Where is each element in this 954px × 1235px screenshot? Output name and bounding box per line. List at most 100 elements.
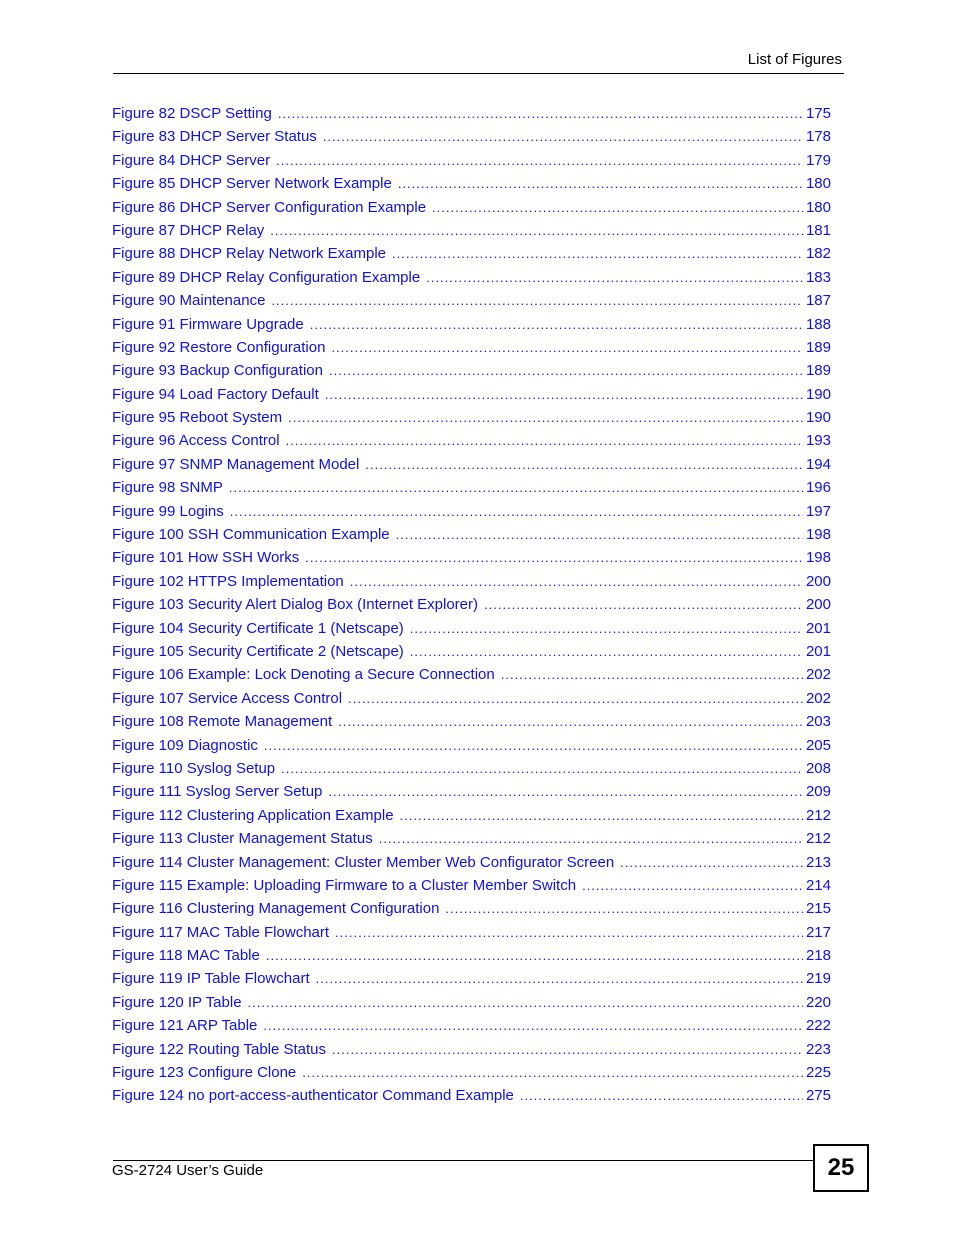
toc-entry[interactable]: Figure 85 DHCP Server Network Example 18… [112, 175, 831, 198]
toc-entry-title[interactable]: Figure 99 Logins [112, 503, 230, 520]
toc-entry-title[interactable]: Figure 107 Service Access Control [112, 690, 348, 707]
toc-entry-page[interactable]: 218 [803, 947, 831, 964]
toc-entry-page[interactable]: 209 [803, 783, 831, 800]
toc-entry-title[interactable]: Figure 119 IP Table Flowchart [112, 970, 316, 987]
toc-entry[interactable]: Figure 107 Service Access Control 202 [112, 690, 831, 713]
toc-entry-page[interactable]: 203 [803, 713, 831, 730]
toc-entry-page[interactable]: 215 [803, 900, 831, 917]
toc-entry-title[interactable]: Figure 109 Diagnostic [112, 737, 264, 754]
toc-entry-page[interactable]: 201 [803, 620, 831, 637]
toc-entry[interactable]: Figure 89 DHCP Relay Configuration Examp… [112, 269, 831, 292]
toc-entry[interactable]: Figure 122 Routing Table Status 223 [112, 1041, 831, 1064]
toc-entry-title[interactable]: Figure 93 Backup Configuration [112, 362, 329, 379]
toc-entry[interactable]: Figure 104 Security Certificate 1 (Netsc… [112, 620, 831, 643]
toc-entry-page[interactable]: 214 [803, 877, 831, 894]
toc-entry[interactable]: Figure 120 IP Table 220 [112, 994, 831, 1017]
toc-entry-title[interactable]: Figure 86 DHCP Server Configuration Exam… [112, 199, 432, 216]
toc-entry-title[interactable]: Figure 105 Security Certificate 2 (Netsc… [112, 643, 410, 660]
toc-entry-page[interactable]: 220 [803, 994, 831, 1011]
toc-entry[interactable]: Figure 92 Restore Configuration 189 [112, 339, 831, 362]
toc-entry[interactable]: Figure 116 Clustering Management Configu… [112, 900, 831, 923]
toc-entry-title[interactable]: Figure 115 Example: Uploading Firmware t… [112, 877, 582, 894]
toc-entry-page[interactable]: 180 [803, 175, 831, 192]
toc-entry[interactable]: Figure 93 Backup Configuration 189 [112, 362, 831, 385]
toc-entry-title[interactable]: Figure 117 MAC Table Flowchart [112, 924, 335, 941]
toc-entry-page[interactable]: 196 [803, 479, 831, 496]
toc-entry[interactable]: Figure 87 DHCP Relay 181 [112, 222, 831, 245]
toc-entry-title[interactable]: Figure 104 Security Certificate 1 (Netsc… [112, 620, 410, 637]
toc-entry-page[interactable]: 189 [803, 339, 831, 356]
toc-entry[interactable]: Figure 91 Firmware Upgrade 188 [112, 316, 831, 339]
toc-entry[interactable]: Figure 99 Logins 197 [112, 503, 831, 526]
toc-entry-page[interactable]: 208 [803, 760, 831, 777]
toc-entry-page[interactable]: 194 [803, 456, 831, 473]
toc-entry-page[interactable]: 213 [803, 854, 831, 871]
toc-entry-title[interactable]: Figure 85 DHCP Server Network Example [112, 175, 398, 192]
toc-entry[interactable]: Figure 98 SNMP 196 [112, 479, 831, 502]
toc-entry-title[interactable]: Figure 122 Routing Table Status [112, 1041, 332, 1058]
toc-entry[interactable]: Figure 115 Example: Uploading Firmware t… [112, 877, 831, 900]
toc-entry-page[interactable]: 225 [803, 1064, 831, 1081]
toc-entry-page[interactable]: 201 [803, 643, 831, 660]
toc-entry[interactable]: Figure 103 Security Alert Dialog Box (In… [112, 596, 831, 619]
toc-entry-page[interactable]: 175 [803, 105, 831, 122]
toc-entry[interactable]: Figure 114 Cluster Management: Cluster M… [112, 854, 831, 877]
toc-entry-page[interactable]: 190 [803, 409, 831, 426]
toc-entry-title[interactable]: Figure 121 ARP Table [112, 1017, 263, 1034]
toc-entry-title[interactable]: Figure 96 Access Control [112, 432, 286, 449]
toc-entry-page[interactable]: 212 [803, 830, 831, 847]
toc-entry-title[interactable]: Figure 97 SNMP Management Model [112, 456, 365, 473]
toc-entry-title[interactable]: Figure 110 Syslog Setup [112, 760, 281, 777]
toc-entry-title[interactable]: Figure 94 Load Factory Default [112, 386, 325, 403]
toc-entry-title[interactable]: Figure 82 DSCP Setting [112, 105, 278, 122]
toc-entry-title[interactable]: Figure 95 Reboot System [112, 409, 288, 426]
toc-entry[interactable]: Figure 102 HTTPS Implementation 200 [112, 573, 831, 596]
toc-entry-page[interactable]: 180 [803, 199, 831, 216]
toc-entry[interactable]: Figure 94 Load Factory Default 190 [112, 386, 831, 409]
toc-entry-title[interactable]: Figure 113 Cluster Management Status [112, 830, 379, 847]
toc-entry-title[interactable]: Figure 83 DHCP Server Status [112, 128, 323, 145]
toc-entry-title[interactable]: Figure 101 How SSH Works [112, 549, 305, 566]
toc-entry-page[interactable]: 188 [803, 316, 831, 333]
toc-entry[interactable]: Figure 118 MAC Table 218 [112, 947, 831, 970]
toc-entry-title[interactable]: Figure 102 HTTPS Implementation [112, 573, 350, 590]
toc-entry-title[interactable]: Figure 106 Example: Lock Denoting a Secu… [112, 666, 501, 683]
toc-entry-title[interactable]: Figure 89 DHCP Relay Configuration Examp… [112, 269, 426, 286]
toc-entry[interactable]: Figure 119 IP Table Flowchart 219 [112, 970, 831, 993]
toc-entry-page[interactable]: 198 [803, 526, 831, 543]
toc-entry-title[interactable]: Figure 91 Firmware Upgrade [112, 316, 310, 333]
toc-entry-page[interactable]: 182 [803, 245, 831, 262]
toc-entry[interactable]: Figure 113 Cluster Management Status 212 [112, 830, 831, 853]
toc-entry[interactable]: Figure 112 Clustering Application Exampl… [112, 807, 831, 830]
toc-entry[interactable]: Figure 121 ARP Table 222 [112, 1017, 831, 1040]
toc-entry-title[interactable]: Figure 120 IP Table [112, 994, 248, 1011]
toc-entry-title[interactable]: Figure 114 Cluster Management: Cluster M… [112, 854, 620, 871]
toc-entry-page[interactable]: 183 [803, 269, 831, 286]
toc-entry[interactable]: Figure 97 SNMP Management Model 194 [112, 456, 831, 479]
toc-entry-title[interactable]: Figure 103 Security Alert Dialog Box (In… [112, 596, 484, 613]
toc-entry-page[interactable]: 202 [803, 690, 831, 707]
toc-entry-page[interactable]: 219 [803, 970, 831, 987]
toc-entry[interactable]: Figure 90 Maintenance 187 [112, 292, 831, 315]
toc-entry[interactable]: Figure 84 DHCP Server 179 [112, 152, 831, 175]
toc-entry-title[interactable]: Figure 123 Configure Clone [112, 1064, 302, 1081]
toc-entry-title[interactable]: Figure 108 Remote Management [112, 713, 338, 730]
toc-entry[interactable]: Figure 124 no port-access-authenticator … [112, 1087, 831, 1110]
toc-entry[interactable]: Figure 100 SSH Communication Example 198 [112, 526, 831, 549]
toc-entry-title[interactable]: Figure 88 DHCP Relay Network Example [112, 245, 392, 262]
toc-entry[interactable]: Figure 101 How SSH Works 198 [112, 549, 831, 572]
toc-entry[interactable]: Figure 86 DHCP Server Configuration Exam… [112, 199, 831, 222]
toc-entry-page[interactable]: 187 [803, 292, 831, 309]
toc-entry-title[interactable]: Figure 118 MAC Table [112, 947, 266, 964]
toc-entry-page[interactable]: 212 [803, 807, 831, 824]
toc-entry-page[interactable]: 179 [803, 152, 831, 169]
toc-entry-title[interactable]: Figure 100 SSH Communication Example [112, 526, 396, 543]
toc-entry-page[interactable]: 190 [803, 386, 831, 403]
toc-entry[interactable]: Figure 95 Reboot System 190 [112, 409, 831, 432]
toc-entry[interactable]: Figure 123 Configure Clone 225 [112, 1064, 831, 1087]
toc-entry-page[interactable]: 193 [803, 432, 831, 449]
toc-entry-page[interactable]: 202 [803, 666, 831, 683]
toc-entry-page[interactable]: 181 [803, 222, 831, 239]
toc-entry-page[interactable]: 205 [803, 737, 831, 754]
toc-entry-title[interactable]: Figure 92 Restore Configuration [112, 339, 331, 356]
